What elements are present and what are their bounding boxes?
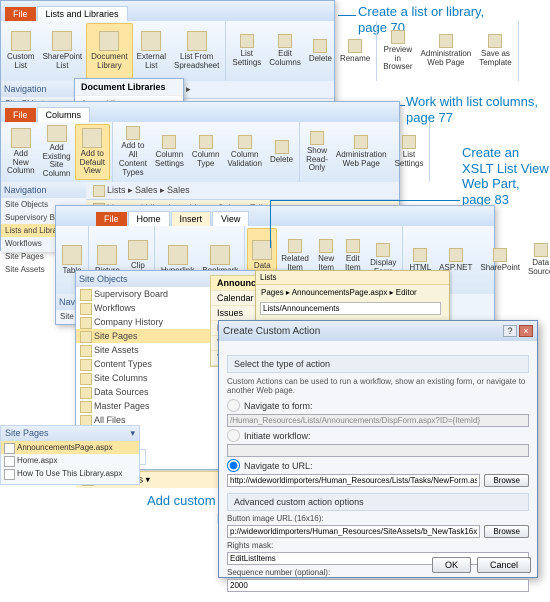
lbl-img-url: Button image URL (16x16): (227, 514, 529, 523)
btn-custom-list[interactable]: Custom List (3, 23, 39, 79)
input-img-url[interactable] (227, 525, 480, 538)
tab-file[interactable]: File (5, 7, 36, 21)
sp-item[interactable]: How To Use This Library.aspx (1, 467, 139, 480)
browse-button[interactable]: Browse (484, 474, 529, 487)
btn-add-new-col[interactable]: Add New Column (3, 124, 39, 180)
radio-workflow[interactable] (227, 429, 240, 442)
btn-col-settings[interactable]: Column Settings (151, 124, 188, 180)
input-workflow (227, 444, 529, 457)
ok-button[interactable]: OK (432, 557, 471, 573)
cancel-button[interactable]: Cancel (477, 557, 531, 573)
callout-line (270, 200, 460, 201)
ribbon-lists: Custom List SharePoint List Document Lib… (1, 21, 334, 81)
callout-columns: Work with list columns,page 77 (406, 94, 538, 125)
btn-list-settings[interactable]: List Settings (391, 124, 428, 180)
dropdown-header: Document Libraries (75, 79, 183, 96)
btn-admin-page[interactable]: Administration Web Page (332, 124, 391, 180)
callout-xslt: Create anXSLT List ViewWeb Part,page 83 (462, 145, 549, 207)
btn-col-type[interactable]: Column Type (188, 124, 224, 180)
btn-save-template[interactable]: Save as Template (475, 23, 515, 79)
section-advanced: Advanced custom action options (227, 493, 529, 511)
btn-edit-columns[interactable]: Edit Columns (265, 23, 305, 79)
btn-delete[interactable]: Delete (305, 23, 336, 79)
btn-show-ro[interactable]: Show Read-Only (302, 124, 332, 180)
help-icon[interactable]: ? (503, 325, 517, 337)
btn-rename[interactable]: Rename (336, 23, 374, 79)
btn-col-valid[interactable]: Column Validation (223, 124, 266, 180)
tab-view[interactable]: View (212, 211, 249, 226)
callout-line (338, 15, 356, 16)
close-icon[interactable]: × (519, 325, 533, 337)
btn-list-settings[interactable]: List Settings (228, 23, 265, 79)
btn-sharepoint-list[interactable]: SharePoint List (39, 23, 87, 79)
sp-item[interactable]: AnnouncementsPage.aspx (1, 441, 139, 454)
nav-title: Navigation (1, 81, 76, 97)
radio-nav-form[interactable] (227, 399, 240, 412)
input-nav-url[interactable] (227, 474, 480, 487)
tab-file[interactable]: File (5, 108, 36, 122)
btn-list-spreadsheet[interactable]: List From Spreadsheet (170, 23, 223, 79)
site-pages-panel: Site Pages▾ AnnouncementsPage.aspx Home.… (0, 425, 140, 485)
sp-item[interactable]: Home.aspx (1, 454, 139, 467)
tab-lists-libraries[interactable]: Lists and Libraries (37, 6, 128, 21)
btn-delete-col[interactable]: Delete (266, 124, 297, 180)
section-select-type: Select the type of action (227, 355, 529, 373)
site-pages-title: Site Pages▾ (1, 426, 139, 441)
dialog-custom-action: Create Custom Action ? × Select the type… (218, 320, 538, 578)
tab-file[interactable]: File (96, 212, 127, 226)
nav-title: Navigation (1, 182, 86, 198)
radio-nav-url[interactable] (227, 459, 240, 472)
input-seq[interactable] (227, 579, 529, 592)
tab-insert[interactable]: Insert (171, 211, 212, 226)
btn-preview[interactable]: Preview in Browser (379, 23, 416, 79)
tab-columns[interactable]: Columns (37, 107, 91, 122)
btn-admin-page[interactable]: Administration Web Page (417, 23, 476, 79)
tab-home[interactable]: Home (128, 211, 170, 226)
btn-datasource[interactable]: Data Source (524, 228, 550, 292)
opt-nav-form[interactable]: Navigate to form: (227, 399, 529, 412)
browse-button[interactable]: Browse (484, 525, 529, 538)
dialog-desc: Custom Actions can be used to run a work… (227, 377, 529, 395)
btn-external-list[interactable]: External List (133, 23, 170, 79)
dialog-titlebar: Create Custom Action ? × (219, 321, 537, 341)
btn-add-all-ct[interactable]: Add to All Content Types (115, 124, 151, 180)
breadcrumb-2: Lists ▸ Sales ▸ Sales (86, 182, 399, 200)
btn-document-library[interactable]: Document Library (86, 23, 132, 79)
bc-header: Lists (256, 271, 449, 285)
callout-line (270, 200, 271, 248)
folder-icon (93, 185, 105, 197)
input-nav-form (227, 414, 529, 427)
bc-path: Pages ▸ AnnouncementsPage.aspx ▸ Editor (256, 285, 449, 300)
btn-add-default-view[interactable]: Add to Default View (75, 124, 110, 180)
bc-input[interactable] (260, 302, 441, 315)
opt-nav-url[interactable]: Navigate to URL: (227, 459, 529, 472)
opt-workflow[interactable]: Initiate workflow: (227, 429, 529, 442)
btn-sharepoint[interactable]: SharePoint (476, 228, 524, 292)
tabstrip: File Lists and Libraries (1, 1, 334, 21)
lbl-rights: Rights mask: (227, 541, 529, 550)
btn-add-existing[interactable]: Add Existing Site Column (39, 124, 75, 180)
